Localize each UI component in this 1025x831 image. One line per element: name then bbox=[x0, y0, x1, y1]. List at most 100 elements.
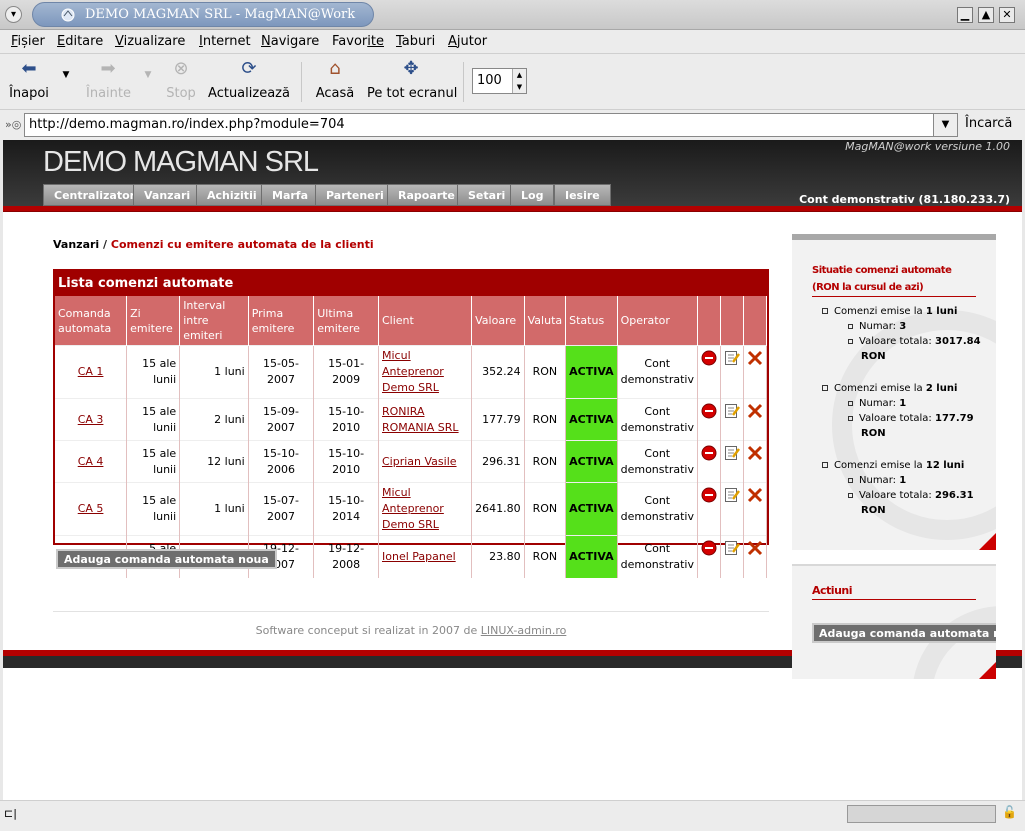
nav-tab-iesire[interactable]: Iesire bbox=[554, 184, 611, 206]
delete-icon[interactable] bbox=[701, 350, 717, 366]
forward-button[interactable]: ➡ Înainte bbox=[86, 58, 131, 101]
edit-icon[interactable] bbox=[724, 404, 740, 418]
menu-edit[interactable]: Editare bbox=[57, 34, 103, 49]
menu-tabs[interactable]: Taburi bbox=[396, 34, 435, 49]
cell-client-link[interactable]: Ionel Papanel bbox=[382, 550, 456, 563]
cell-client: Micul Anteprenor Demo SRL bbox=[378, 345, 473, 399]
close-button[interactable]: ✕ bbox=[999, 7, 1015, 23]
window-title-text: DEMO MAGMAN SRL - MagMAN@Work bbox=[85, 7, 356, 22]
cell-value: 352.24 bbox=[471, 345, 525, 399]
menu-internet[interactable]: Internet bbox=[199, 34, 251, 49]
nav-tab-marfa[interactable]: Marfa bbox=[261, 184, 320, 206]
back-history-dropdown[interactable]: ▼ bbox=[60, 70, 72, 80]
fullscreen-button[interactable]: ✥ Pe tot ecranul bbox=[367, 58, 457, 101]
delete-icon[interactable] bbox=[701, 487, 717, 503]
cell-action bbox=[697, 482, 721, 536]
menu-bar: Fișier Editare Vizualizare Internet Navi… bbox=[0, 30, 1025, 54]
cell-code: CA 5 bbox=[55, 482, 128, 536]
cell-action bbox=[743, 398, 768, 441]
col-header-code: Comanda automata bbox=[55, 296, 128, 346]
bullet-icon bbox=[848, 400, 853, 406]
cell-code: CA 1 bbox=[55, 345, 128, 399]
edit-icon[interactable] bbox=[724, 351, 740, 365]
cell-client-link[interactable]: RONIRA ROMANIA SRL bbox=[382, 405, 459, 434]
cell-currency: RON bbox=[524, 440, 567, 483]
cancel-icon[interactable] bbox=[747, 487, 763, 503]
cell-status: ACTIVA bbox=[565, 440, 618, 483]
cell-first: 15-10-2006 bbox=[248, 440, 315, 483]
bullet-icon bbox=[848, 492, 853, 498]
panel-add-auto-order-button[interactable]: Adauga comanda automata noua bbox=[812, 623, 996, 643]
cell-status: ACTIVA bbox=[565, 345, 618, 399]
menu-file[interactable]: Fișier bbox=[11, 34, 45, 49]
col-header-status: Status bbox=[565, 296, 618, 346]
cell-code-link[interactable]: CA 5 bbox=[78, 502, 104, 515]
cell-action bbox=[720, 345, 744, 399]
footer-divider bbox=[53, 611, 769, 612]
delete-icon[interactable] bbox=[701, 445, 717, 461]
cell-client: Ciprian Vasile bbox=[378, 440, 473, 483]
nav-tab-vanzari[interactable]: Vanzari bbox=[133, 184, 202, 206]
orders-list-box: Lista comenzi automate Comanda automata … bbox=[53, 269, 769, 578]
site-brand: DEMO MAGMAN SRL bbox=[43, 146, 319, 178]
cell-code-link[interactable]: CA 1 bbox=[78, 365, 104, 378]
nav-tab-log[interactable]: Log bbox=[510, 184, 555, 206]
delete-icon[interactable] bbox=[701, 540, 717, 556]
cell-code: CA 4 bbox=[55, 440, 128, 483]
cell-client-link[interactable]: Ciprian Vasile bbox=[382, 455, 457, 468]
cell-client-link[interactable]: Micul Anteprenor Demo SRL bbox=[382, 486, 444, 531]
nav-tab-rapoarte[interactable]: Rapoarte bbox=[387, 184, 466, 206]
cell-code-link[interactable]: CA 4 bbox=[78, 455, 104, 468]
minimize-button[interactable]: ▁ bbox=[957, 7, 973, 23]
cell-action bbox=[743, 345, 768, 399]
add-auto-order-button[interactable]: Adauga comanda automata noua bbox=[56, 549, 277, 569]
url-input[interactable]: http://demo.magman.ro/index.php?module=7… bbox=[24, 113, 934, 137]
load-button[interactable]: Încarcă bbox=[965, 116, 1012, 131]
panel-corner-icon bbox=[979, 662, 996, 679]
cell-operator: Cont demonstrativ bbox=[617, 440, 698, 483]
cancel-icon[interactable] bbox=[747, 445, 763, 461]
menu-view[interactable]: Vizualizare bbox=[115, 34, 185, 49]
zoom-input[interactable]: 100 ▲ ▼ bbox=[472, 68, 527, 94]
cell-action bbox=[743, 535, 768, 578]
browser-toolbar: ⬅ Înapoi ▼ ➡ Înainte ▼ ⊗ Stop ⟳ Actualiz… bbox=[0, 54, 1025, 110]
menu-help[interactable]: Ajutor bbox=[448, 34, 487, 49]
cell-code-link[interactable]: CA 3 bbox=[78, 413, 104, 426]
menu-navigate[interactable]: Navigare bbox=[261, 34, 319, 49]
col-header-day: Zi emitere bbox=[126, 296, 181, 346]
cancel-icon[interactable] bbox=[747, 540, 763, 556]
bullet-icon bbox=[848, 477, 853, 483]
cell-client-link[interactable]: Micul Anteprenor Demo SRL bbox=[382, 349, 444, 394]
cancel-icon[interactable] bbox=[747, 403, 763, 419]
cell-last: 15-10-2014 bbox=[313, 482, 379, 536]
edit-icon[interactable] bbox=[724, 488, 740, 502]
forward-history-dropdown[interactable]: ▼ bbox=[143, 70, 153, 80]
menu-favorites[interactable]: Favorite bbox=[332, 34, 384, 49]
window-menu-button[interactable]: ▾ bbox=[5, 6, 22, 23]
stop-button[interactable]: ⊗ Stop bbox=[166, 58, 196, 101]
cell-interval: 2 luni bbox=[179, 398, 249, 441]
edit-icon[interactable] bbox=[724, 446, 740, 460]
edit-icon[interactable] bbox=[724, 541, 740, 555]
cell-day: 15 ale lunii bbox=[126, 398, 181, 441]
maximize-button[interactable]: ▲ bbox=[978, 7, 994, 23]
nav-tab-centralizator[interactable]: Centralizator bbox=[43, 184, 147, 206]
url-history-dropdown[interactable]: ▼ bbox=[933, 113, 958, 137]
col-header-last: Ultima emitere bbox=[313, 296, 379, 346]
situation-group-3: Comenzi emise la 12 luni Numar: 1 Valoar… bbox=[822, 458, 974, 518]
nav-tab-setari[interactable]: Setari bbox=[457, 184, 517, 206]
nav-tab-achizitii[interactable]: Achizitii bbox=[196, 184, 268, 206]
cancel-icon[interactable] bbox=[747, 350, 763, 366]
cell-status: ACTIVA bbox=[565, 398, 618, 441]
back-button[interactable]: ⬅ Înapoi bbox=[9, 58, 49, 101]
home-button[interactable]: ⌂ Acasă bbox=[314, 58, 356, 101]
breadcrumb-section[interactable]: Vanzari bbox=[53, 238, 99, 251]
progress-bar bbox=[847, 805, 996, 823]
nav-tab-parteneri[interactable]: Parteneri bbox=[315, 184, 395, 206]
cell-client: Ionel Papanel bbox=[378, 535, 473, 578]
delete-icon[interactable] bbox=[701, 403, 717, 419]
footer-link[interactable]: LINUX-admin.ro bbox=[481, 624, 567, 637]
zoom-spinner[interactable]: ▲ ▼ bbox=[512, 69, 526, 93]
reload-button[interactable]: ⟳ Actualizează bbox=[207, 58, 291, 101]
cell-operator: Cont demonstrativ bbox=[617, 398, 698, 441]
